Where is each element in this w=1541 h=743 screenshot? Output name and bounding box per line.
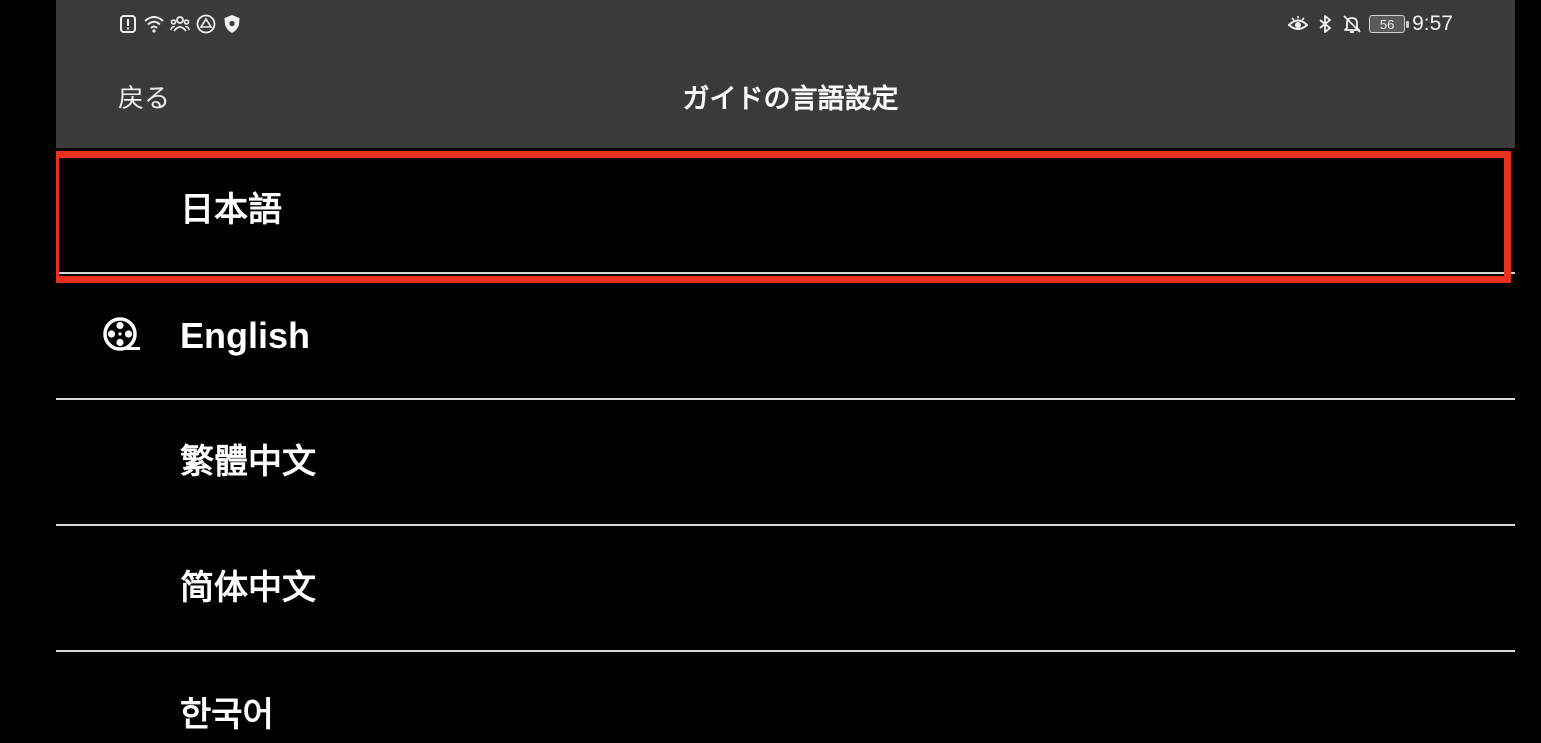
language-label: 한국어 (180, 695, 274, 735)
language-label: 简体中文 (180, 568, 316, 608)
film-reel-icon (100, 315, 142, 357)
language-item-simplified-chinese[interactable]: 简体中文 (56, 526, 1515, 652)
language-item-japanese[interactable]: 日本語 (56, 148, 1515, 274)
language-label: 繁體中文 (180, 442, 316, 482)
language-label: English (180, 315, 311, 356)
people-icon (170, 14, 190, 34)
language-item-english[interactable]: English (56, 274, 1515, 400)
wifi-icon (144, 14, 164, 34)
language-list: 日本語 English 繁體中文 简体中文 한국어 (56, 148, 1515, 743)
battery-indicator: 56 (1369, 15, 1410, 33)
alert-icon (118, 14, 138, 34)
eye-icon (1288, 14, 1309, 34)
status-left-icons (118, 13, 242, 35)
header-bar: 戻る ガイドの言語設定 (56, 50, 1515, 148)
drive-icon (196, 14, 216, 34)
bluetooth-icon (1315, 14, 1335, 34)
page-title: ガイドの言語設定 (682, 84, 899, 115)
battery-level: 56 (1379, 16, 1395, 32)
status-bar: 56 9:57 (56, 0, 1515, 50)
clock: 9:57 (1412, 12, 1453, 35)
language-item-traditional-chinese[interactable]: 繁體中文 (56, 400, 1515, 526)
app-screen: 56 9:57 戻る ガイドの言語設定 日本語 English 繁體中文 简体中… (56, 0, 1515, 743)
bell-off-icon (1342, 14, 1362, 34)
shield-icon (222, 14, 242, 34)
language-label: 日本語 (180, 190, 282, 230)
status-right-icons: 56 9:57 (1288, 10, 1453, 38)
language-item-korean[interactable]: 한국어 (56, 652, 1515, 743)
